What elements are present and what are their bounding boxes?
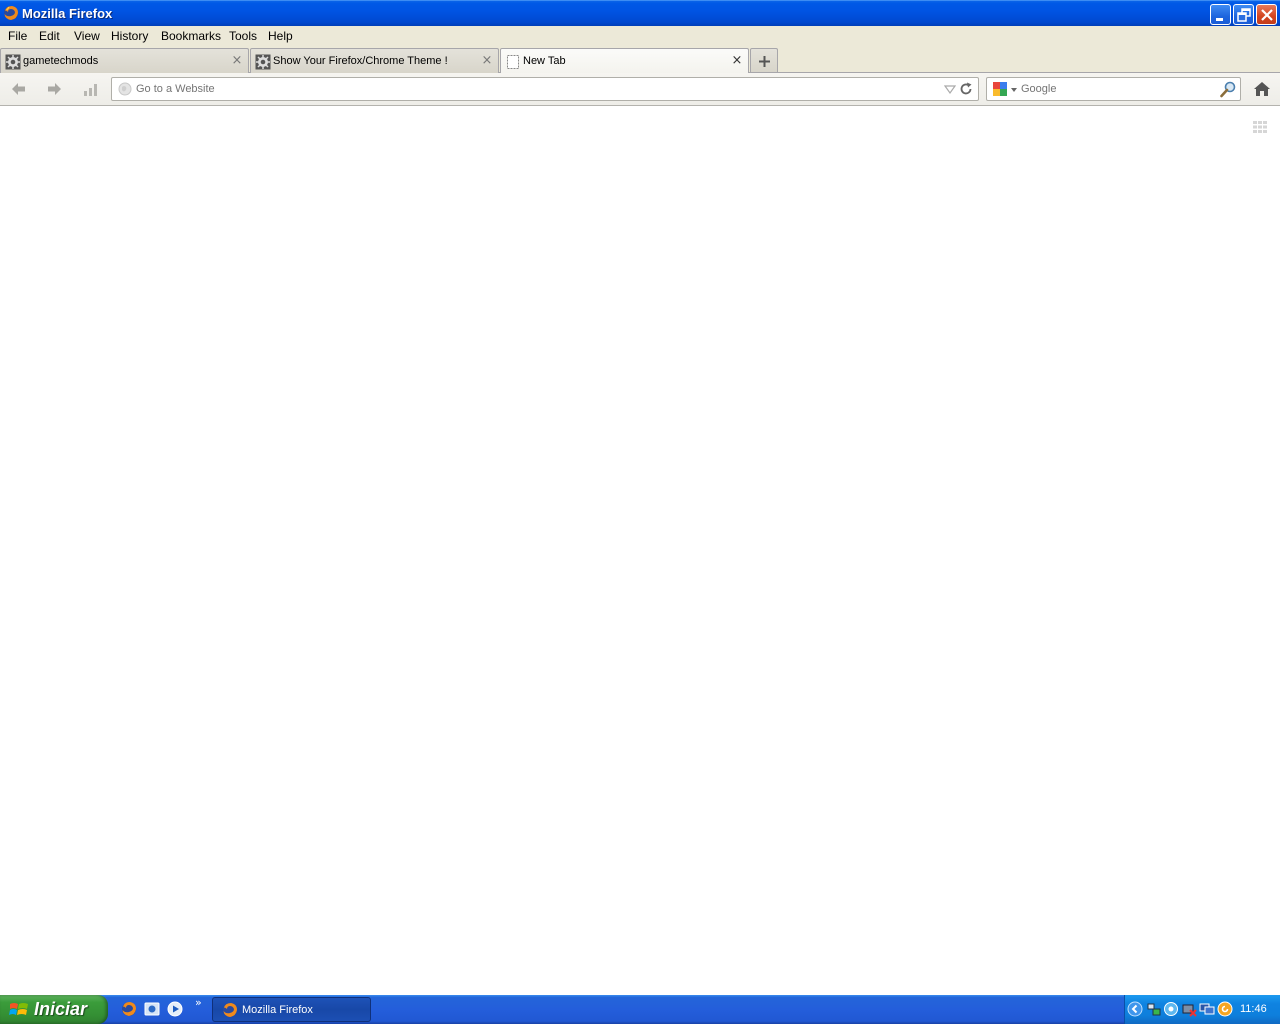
- tab-theme-thread[interactable]: Show Your Firefox/Chrome Theme ! ×: [250, 48, 499, 73]
- media-player-icon[interactable]: [167, 1001, 183, 1017]
- address-bar[interactable]: [111, 77, 979, 101]
- taskbar-button-firefox[interactable]: Mozilla Firefox: [212, 997, 371, 1022]
- grid-icon[interactable]: [1252, 119, 1268, 135]
- clock: 11:46: [1240, 1003, 1267, 1015]
- tab-label: gametechmods: [23, 55, 99, 67]
- close-icon: [1261, 9, 1273, 21]
- minimize-button[interactable]: [1210, 4, 1231, 25]
- forward-arrow-icon[interactable]: [43, 79, 65, 99]
- signal-bars-icon[interactable]: [80, 79, 102, 99]
- tab-gametechmods[interactable]: gametechmods ×: [0, 48, 249, 73]
- plus-icon: [759, 56, 770, 67]
- search-bar[interactable]: [986, 77, 1241, 101]
- gear-icon: [255, 54, 271, 70]
- menu-history[interactable]: History: [111, 29, 148, 43]
- back-arrow-icon[interactable]: [8, 79, 30, 99]
- tab-close-button[interactable]: ×: [231, 54, 243, 68]
- close-window-button[interactable]: [1256, 4, 1277, 25]
- tray-expand-icon[interactable]: [1127, 1001, 1143, 1017]
- home-icon[interactable]: [1251, 79, 1273, 99]
- network-icon[interactable]: [1146, 1001, 1162, 1017]
- display-icon[interactable]: [1199, 1001, 1215, 1017]
- reload-icon[interactable]: [958, 81, 974, 97]
- tab-close-button[interactable]: ×: [731, 54, 743, 68]
- search-icon[interactable]: [1219, 81, 1237, 98]
- new-tab-button[interactable]: [750, 48, 778, 72]
- restore-button[interactable]: [1233, 4, 1254, 25]
- start-button[interactable]: Iniciar: [0, 995, 108, 1024]
- globe-icon: [118, 82, 132, 96]
- quicklaunch-chevron[interactable]: »: [195, 996, 202, 1009]
- security-center-icon[interactable]: [1163, 1001, 1179, 1017]
- windows-logo-icon: [9, 1003, 28, 1015]
- firefox-quicklaunch-icon[interactable]: [121, 1001, 137, 1017]
- search-input[interactable]: [1021, 81, 1211, 97]
- tab-label: New Tab: [523, 55, 566, 67]
- minimize-icon: [1216, 18, 1223, 21]
- menu-tools[interactable]: Tools: [229, 29, 257, 43]
- menu-bar: File Edit View History Bookmarks Tools H…: [0, 26, 1280, 46]
- tab-close-button[interactable]: ×: [481, 54, 493, 68]
- menu-edit[interactable]: Edit: [39, 29, 60, 43]
- show-desktop-icon[interactable]: [144, 1001, 160, 1017]
- network-alert-icon[interactable]: [1181, 1001, 1197, 1017]
- blank-page-icon: [507, 55, 519, 69]
- window-title: Mozilla Firefox: [22, 6, 113, 21]
- start-label: Iniciar: [34, 999, 88, 1019]
- restore-icon: [1237, 8, 1251, 22]
- taskbar-button-label: Mozilla Firefox: [242, 1004, 313, 1016]
- menu-file[interactable]: File: [8, 29, 27, 43]
- menu-help[interactable]: Help: [268, 29, 293, 43]
- tab-label: Show Your Firefox/Chrome Theme !: [273, 55, 448, 67]
- firefox-icon: [223, 1003, 237, 1017]
- history-dropdown-icon[interactable]: [944, 83, 956, 95]
- tab-new-tab[interactable]: New Tab ×: [500, 48, 749, 74]
- system-tray: 11:46: [1124, 995, 1280, 1024]
- tab-strip: gametechmods × Show Your Firefox/Chrome …: [0, 46, 1280, 74]
- navigation-toolbar: [0, 73, 1280, 106]
- menu-view[interactable]: View: [74, 29, 100, 43]
- window-title-bar[interactable]: Mozilla Firefox: [0, 0, 1280, 26]
- page-content: [0, 106, 1280, 995]
- update-icon[interactable]: [1217, 1001, 1233, 1017]
- menu-bookmarks[interactable]: Bookmarks: [161, 29, 221, 43]
- taskbar: Iniciar » Mozilla Firefox 11:46: [0, 995, 1280, 1024]
- url-input[interactable]: [136, 81, 936, 97]
- firefox-icon: [4, 6, 18, 20]
- google-icon[interactable]: [990, 81, 1018, 98]
- gear-icon: [5, 54, 21, 70]
